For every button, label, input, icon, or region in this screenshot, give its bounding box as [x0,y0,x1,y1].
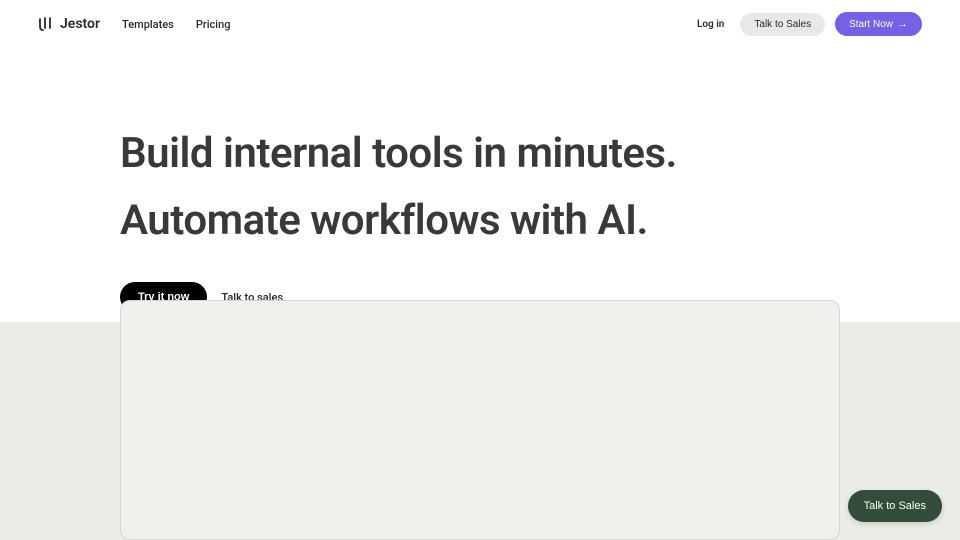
header-left: Jestor Templates Pricing [38,16,230,32]
logo-icon [38,16,54,32]
demo-preview-box [120,300,840,540]
hero-title: Build internal tools in minutes. Automat… [120,120,840,254]
floating-talk-to-sales-button[interactable]: Talk to Sales [848,490,942,522]
hero-title-line1: Build internal tools in minutes. [120,129,677,178]
arrow-right-icon: → [897,18,908,30]
nav-pricing[interactable]: Pricing [196,18,231,31]
start-now-label: Start Now [849,19,893,30]
nav-links: Templates Pricing [122,18,230,31]
header-right: Log in Talk to Sales Start Now → [691,12,922,36]
login-link[interactable]: Log in [691,13,730,36]
hero-section: Build internal tools in minutes. Automat… [0,48,960,312]
logo[interactable]: Jestor [38,16,100,32]
start-now-button[interactable]: Start Now → [835,12,922,36]
header: Jestor Templates Pricing Log in Talk to … [0,0,960,48]
talk-to-sales-button[interactable]: Talk to Sales [740,13,825,36]
logo-text: Jestor [60,16,100,32]
nav-templates[interactable]: Templates [122,18,174,31]
hero-title-line2: Automate workflows with AI. [120,196,648,245]
